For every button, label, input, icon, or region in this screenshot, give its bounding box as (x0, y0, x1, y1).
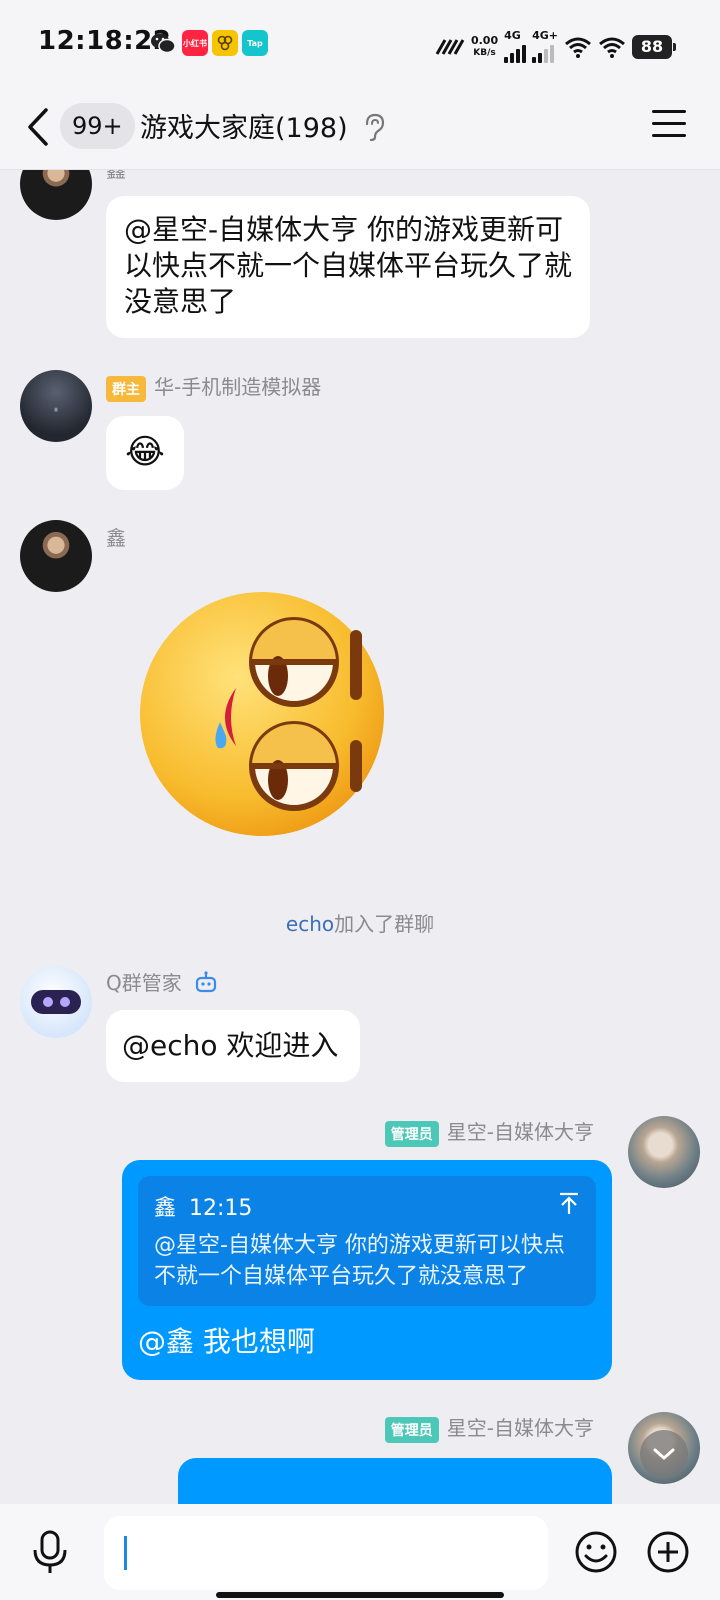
home-indicator[interactable] (216, 1592, 504, 1598)
jump-to-message-icon[interactable] (558, 1192, 580, 1216)
quoted-message[interactable]: 鑫 12:15 @星空-自媒体大亨 你的游戏更新可以快点不就一个自媒体平台玩久了… (138, 1176, 596, 1306)
taptap-icon: Tap (242, 30, 268, 56)
voice-button[interactable] (28, 1528, 72, 1576)
ear-icon (365, 113, 385, 142)
sender-name: Q群管家 (106, 971, 182, 995)
emoji-bubble[interactable]: 😂 (106, 416, 184, 490)
sender-name: 华-手机制造模拟器 (154, 375, 322, 399)
system-message: echo加入了群聊 (0, 908, 720, 937)
message-bubble[interactable]: @echo 欢迎进入 (106, 1010, 360, 1082)
unread-count-badge[interactable]: 99+ (60, 103, 135, 149)
sim1-signal: 4G (504, 30, 527, 63)
quote-time: 12:15 (189, 1196, 253, 1221)
text-cursor (124, 1536, 127, 1570)
sender-name-row: 管理员 星空-自媒体大亨 (384, 1412, 594, 1443)
avatar[interactable] (20, 520, 92, 592)
message-bubble[interactable]: @星空-自媒体大亨 你的游戏更新可以快点不就一个自媒体平台玩久了就没意思了 (106, 196, 590, 338)
chevron-down-icon (653, 1448, 675, 1460)
robot-icon (196, 971, 217, 993)
chat-message-list[interactable]: 鑫 @星空-自媒体大亨 你的游戏更新可以快点不就一个自媒体平台玩久了就没意思了 … (0, 170, 720, 1504)
sender-name-row: Q群管家 (106, 967, 218, 996)
microphone-icon (33, 1530, 67, 1573)
back-button[interactable] (20, 104, 60, 150)
reply-message-bubble[interactable]: 鑫 12:15 @星空-自媒体大亨 你的游戏更新可以快点不就一个自媒体平台玩久了… (122, 1160, 612, 1380)
wechat-icon (150, 30, 176, 56)
sender-name: 鑫 (106, 526, 126, 550)
sim2-signal: 4G+ (532, 30, 558, 63)
chevron-left-icon (28, 108, 48, 146)
avatar[interactable]: · (20, 370, 92, 442)
drooling-face-sticker[interactable] (140, 590, 386, 846)
avatar[interactable] (20, 170, 92, 220)
net-speed: 0.00 KB/s (470, 33, 499, 58)
smiley-icon (575, 1531, 617, 1573)
message-bubble[interactable] (178, 1458, 612, 1504)
menu-button[interactable] (652, 110, 686, 140)
robot-avatar-icon (31, 990, 81, 1014)
avatar[interactable] (628, 1116, 700, 1188)
wifi-icon (599, 37, 625, 58)
wifi-icon (565, 37, 591, 58)
avatar-image: · (51, 393, 61, 428)
more-actions-button[interactable] (646, 1530, 690, 1574)
xiaohongshu-icon: 小红书 (182, 30, 208, 56)
reply-text: @鑫 我也想啊 (138, 1325, 315, 1358)
system-member-name[interactable]: echo (286, 912, 334, 936)
sender-name-row: 群主 华-手机制造模拟器 (106, 371, 321, 402)
quote-header: 鑫 12:15 (154, 1190, 252, 1222)
admin-tag: 管理员 (384, 1120, 439, 1147)
battery-indicator: 88 (632, 34, 676, 59)
nfc-icon (435, 38, 465, 55)
owner-tag: 群主 (106, 375, 146, 402)
quote-text: @星空-自媒体大亨 你的游戏更新可以快点不就一个自媒体平台玩久了就没意思了 (154, 1233, 565, 1289)
svg-text:·: · (51, 393, 61, 428)
plus-circle-icon (647, 1531, 689, 1573)
chat-header: 99+ 游戏大家庭(198) (0, 84, 720, 170)
emoji-button[interactable] (574, 1530, 618, 1574)
message-input[interactable] (104, 1516, 548, 1590)
sender-name: 星空-自媒体大亨 (446, 1416, 594, 1440)
scroll-to-bottom-button[interactable] (640, 1430, 688, 1478)
input-bar (0, 1504, 720, 1600)
laughing-emoji: 😂 (125, 432, 165, 472)
quote-author: 鑫 (154, 1196, 177, 1221)
sender-name: 鑫 (106, 170, 126, 182)
status-indicators: 0.00 KB/s 4G 4G+ 88 (435, 30, 676, 63)
page-title[interactable]: 游戏大家庭(198) (140, 106, 348, 145)
admin-tag: 管理员 (384, 1416, 439, 1443)
menu-icon (652, 110, 686, 113)
status-bar: 12:18:22 小红书 Tap 0.00 KB/s 4G 4G+ 88 (0, 0, 720, 84)
honey-icon (212, 30, 238, 56)
sender-name: 星空-自媒体大亨 (446, 1120, 594, 1144)
system-text: 加入了群聊 (334, 912, 435, 936)
sender-name-row: 管理员 星空-自媒体大亨 (384, 1116, 594, 1147)
avatar[interactable] (20, 966, 92, 1038)
